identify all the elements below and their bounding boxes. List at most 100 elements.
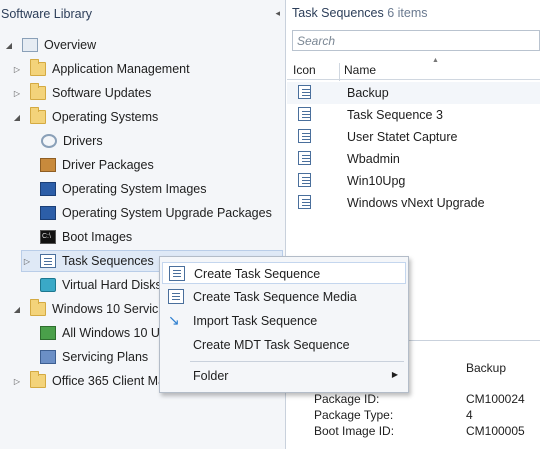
folder-icon bbox=[30, 371, 46, 388]
details-value: CM100024 bbox=[466, 392, 525, 406]
tree-item-operating-systems[interactable]: ◢ Operating Systems bbox=[12, 106, 158, 128]
tree-expander-icon[interactable]: ▷ bbox=[12, 65, 22, 74]
tree-item-label: Task Sequences bbox=[62, 254, 154, 268]
sort-ascending-icon: ▲ bbox=[432, 57, 439, 64]
disk-icon bbox=[40, 278, 56, 292]
results-count: 6 items bbox=[387, 6, 428, 20]
package-icon bbox=[40, 158, 56, 172]
tree-item-software-updates[interactable]: ▷ Software Updates bbox=[12, 82, 151, 104]
list-item-name: User Statet Capture bbox=[347, 130, 458, 144]
monitor-icon bbox=[40, 182, 56, 196]
folder-icon bbox=[30, 299, 46, 316]
list-item-name: Backup bbox=[347, 86, 389, 100]
menu-item-create-mdt-task-sequence[interactable]: Create MDT Task Sequence bbox=[162, 334, 406, 356]
task-sequence-icon bbox=[298, 107, 311, 121]
details-label: Package ID: bbox=[314, 392, 380, 406]
tree-item-overview[interactable]: ◢ Overview bbox=[4, 34, 96, 56]
tree-item-label: Boot Images bbox=[62, 230, 133, 244]
menu-item-import-task-sequence[interactable]: ↘ Import Task Sequence bbox=[162, 310, 406, 332]
tree-item-label: Driver Packages bbox=[62, 158, 154, 172]
menu-item-folder[interactable]: Folder ▶ bbox=[162, 365, 406, 387]
tree-item-windows-10-servicing[interactable]: ◢ Windows 10 Servicing bbox=[12, 298, 175, 320]
tree-item-application-management[interactable]: ▷ Application Management bbox=[12, 58, 190, 80]
folder-icon bbox=[30, 107, 46, 124]
task-sequence-icon bbox=[298, 129, 311, 143]
gear-icon bbox=[41, 134, 57, 148]
tree-item-os-upgrade-packages[interactable]: Operating System Upgrade Packages bbox=[40, 202, 272, 224]
menu-item-label: Create Task Sequence bbox=[194, 267, 321, 281]
tree-item-driver-packages[interactable]: Driver Packages bbox=[40, 154, 154, 176]
tree-item-label: Overview bbox=[44, 38, 97, 52]
task-sequence-icon bbox=[298, 151, 311, 165]
folder-icon bbox=[30, 59, 46, 76]
tree-expander-icon[interactable]: ▷ bbox=[12, 89, 22, 98]
task-sequence-icon bbox=[298, 195, 311, 209]
column-header-name[interactable]: Name bbox=[339, 63, 376, 81]
upgrade-monitor-icon bbox=[40, 206, 56, 220]
menu-item-create-task-sequence-media[interactable]: Create Task Sequence Media bbox=[162, 286, 406, 308]
search-input[interactable]: Search bbox=[292, 30, 540, 51]
task-sequence-icon bbox=[298, 85, 311, 99]
task-sequence-icon bbox=[40, 254, 56, 268]
details-value: 4 bbox=[466, 408, 473, 422]
tree-item-drivers[interactable]: Drivers bbox=[40, 130, 103, 152]
tree-expander-icon[interactable]: ◢ bbox=[12, 113, 22, 122]
column-header-icon[interactable]: Icon bbox=[293, 63, 316, 77]
details-label: Boot Image ID: bbox=[314, 424, 395, 438]
list-item-name: Task Sequence 3 bbox=[347, 108, 443, 122]
tree-item-virtual-hard-disks[interactable]: Virtual Hard Disks bbox=[40, 274, 162, 296]
list-item[interactable]: Task Sequence 3 bbox=[287, 104, 540, 126]
tree-item-label: Software Updates bbox=[52, 86, 152, 100]
navigation-pane-title: Software Library bbox=[1, 7, 93, 21]
list-item-name: Win10Upg bbox=[347, 174, 406, 188]
tree-item-label: Servicing Plans bbox=[62, 350, 149, 364]
submenu-arrow-icon: ▶ bbox=[391, 370, 398, 379]
plan-icon bbox=[40, 350, 56, 364]
create-task-sequence-icon bbox=[169, 266, 185, 281]
list-item[interactable]: Backup bbox=[287, 82, 540, 104]
tree-item-label: Windows 10 Servicing bbox=[52, 302, 175, 316]
update-icon bbox=[40, 326, 56, 340]
tree-item-label: Drivers bbox=[63, 134, 103, 148]
list-item-name: Wbadmin bbox=[347, 152, 400, 166]
navigation-pane-header: Software Library ◂ bbox=[0, 0, 285, 28]
menu-item-label: Create MDT Task Sequence bbox=[193, 338, 350, 352]
tree-item-servicing-plans[interactable]: Servicing Plans bbox=[40, 346, 148, 368]
tree-item-boot-images[interactable]: C:\ Boot Images bbox=[40, 226, 132, 248]
folder-icon bbox=[30, 83, 46, 100]
menu-item-label: Import Task Sequence bbox=[193, 314, 318, 328]
console-icon: C:\ bbox=[40, 230, 56, 244]
list-item[interactable]: User Statet Capture bbox=[287, 126, 540, 148]
list-item[interactable]: Win10Upg bbox=[287, 170, 540, 192]
list-item[interactable]: Windows vNext Upgrade bbox=[287, 192, 540, 214]
tree-expander-icon[interactable]: ▷ bbox=[22, 257, 32, 266]
results-title: Task Sequences bbox=[292, 6, 384, 20]
tree-item-label: Operating System Upgrade Packages bbox=[62, 206, 272, 220]
task-sequence-icon bbox=[298, 173, 311, 187]
details-value: CM100005 bbox=[466, 424, 525, 438]
list-item-name: Windows vNext Upgrade bbox=[347, 196, 485, 210]
tree-item-label: Operating Systems bbox=[52, 110, 159, 124]
tree-expander-icon[interactable]: ◢ bbox=[12, 305, 22, 314]
column-header-name-label: Name bbox=[344, 63, 377, 77]
menu-separator bbox=[190, 361, 404, 362]
tree-item-label: Virtual Hard Disks bbox=[62, 278, 162, 292]
menu-item-create-task-sequence[interactable]: Create Task Sequence bbox=[162, 262, 406, 284]
details-name-value: Backup bbox=[466, 361, 507, 375]
details-label: Package Type: bbox=[314, 408, 394, 422]
overview-icon bbox=[22, 38, 38, 52]
tree-item-label: Operating System Images bbox=[62, 182, 207, 196]
column-headers: Icon Name ▲ bbox=[287, 57, 540, 81]
tree-item-os-images[interactable]: Operating System Images bbox=[40, 178, 207, 200]
import-icon: ↘ bbox=[168, 312, 180, 328]
tree-expander-icon[interactable]: ◢ bbox=[4, 41, 14, 50]
menu-item-label: Folder bbox=[193, 369, 229, 383]
list-item[interactable]: Wbadmin bbox=[287, 148, 540, 170]
tree-item-label: Application Management bbox=[52, 62, 190, 76]
menu-item-label: Create Task Sequence Media bbox=[193, 290, 357, 304]
collapse-pane-icon[interactable]: ◂ bbox=[275, 8, 280, 19]
tree-expander-icon[interactable]: ▷ bbox=[12, 377, 22, 386]
task-sequence-media-icon bbox=[168, 289, 184, 304]
context-menu: Create Task Sequence Create Task Sequenc… bbox=[159, 256, 409, 393]
results-header: Task Sequences 6 items bbox=[287, 0, 540, 28]
